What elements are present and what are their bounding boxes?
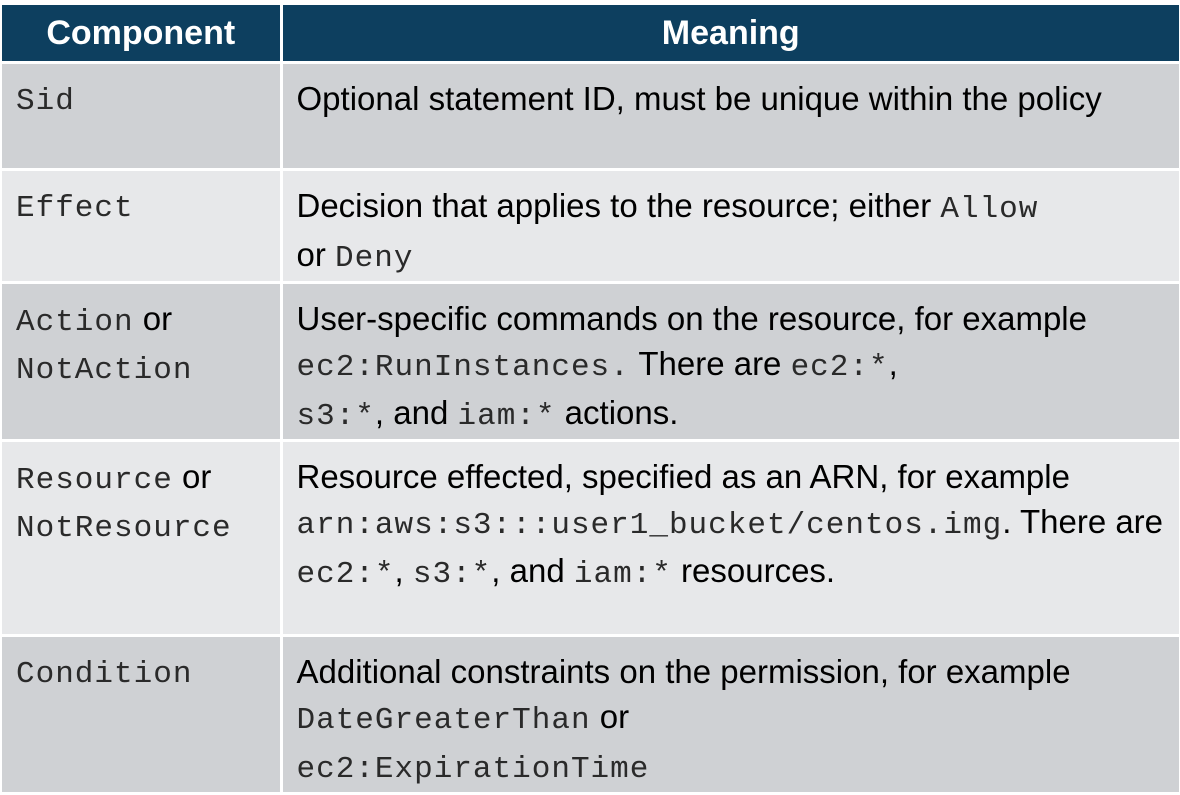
meaning-code: ec2:ExpirationTime bbox=[296, 752, 650, 787]
meaning-text: resources. bbox=[671, 552, 836, 589]
meaning-text: . There are bbox=[1002, 503, 1164, 540]
meaning-text: Additional constraints on the permission… bbox=[296, 653, 1071, 690]
component-code: Condition bbox=[16, 657, 193, 692]
meaning-text: , and bbox=[374, 394, 458, 431]
component-cell: Action or NotAction bbox=[2, 282, 283, 442]
component-code: Resource bbox=[16, 463, 173, 498]
component-cell: Resource or NotResource bbox=[2, 440, 283, 637]
table-row: Sid Optional statement ID, must be uniqu… bbox=[2, 62, 1179, 171]
meaning-text: , and bbox=[491, 552, 574, 589]
meaning-cell: Decision that applies to the resource; e… bbox=[281, 169, 1179, 284]
component-code: NotAction bbox=[16, 353, 193, 388]
meaning-code: arn:aws:s3:::user1_bucket/centos.img bbox=[296, 508, 1003, 543]
table-header-row: Component Meaning bbox=[2, 5, 1179, 64]
component-cell: Sid bbox=[2, 62, 283, 171]
meaning-cell: Additional constraints on the permission… bbox=[281, 635, 1179, 795]
component-code: Sid bbox=[16, 84, 75, 119]
meaning-text: Resource effected, specified as an ARN, … bbox=[296, 458, 1070, 495]
meaning-text: User-specific commands on the resource, … bbox=[296, 300, 1088, 337]
meaning-cell: Resource effected, specified as an ARN, … bbox=[281, 440, 1179, 637]
component-code: NotResource bbox=[16, 511, 232, 546]
meaning-code: ec2:* bbox=[790, 350, 889, 385]
meaning-code: Deny bbox=[335, 241, 414, 276]
meaning-cell: Optional statement ID, must be unique wi… bbox=[281, 62, 1179, 171]
meaning-code: s3:* bbox=[296, 399, 375, 434]
component-code: Action bbox=[16, 305, 134, 340]
meaning-text: , bbox=[888, 345, 898, 382]
meaning-text: actions. bbox=[555, 394, 679, 431]
component-cell: Effect bbox=[2, 169, 283, 284]
component-cell: Condition bbox=[2, 635, 283, 795]
component-or: or bbox=[133, 300, 173, 337]
column-header-meaning: Meaning bbox=[281, 5, 1179, 64]
meaning-cell: User-specific commands on the resource, … bbox=[281, 282, 1179, 442]
meaning-code: iam:* bbox=[457, 399, 556, 434]
table-row: Effect Decision that applies to the reso… bbox=[2, 169, 1179, 284]
component-or: or bbox=[172, 458, 212, 495]
table-row: Action or NotAction User-specific command… bbox=[2, 282, 1179, 442]
meaning-text: There are bbox=[629, 345, 791, 382]
table-row: Condition Additional constraints on the … bbox=[2, 635, 1179, 795]
meaning-code: ec2:* bbox=[296, 557, 395, 592]
meaning-code: iam:* bbox=[573, 557, 672, 592]
meaning-text: or bbox=[296, 236, 336, 273]
meaning-text: Optional statement ID, must be unique wi… bbox=[296, 80, 1102, 117]
meaning-text: or bbox=[590, 698, 630, 735]
meaning-text: Decision that applies to the resource; e… bbox=[296, 187, 941, 224]
meaning-code: s3:* bbox=[412, 557, 492, 592]
meaning-code: ec2:RunInstances. bbox=[296, 350, 630, 385]
meaning-text: , bbox=[394, 552, 413, 589]
iam-policy-components-table: Component Meaning Sid Optional statement… bbox=[2, 5, 1179, 795]
component-code: Effect bbox=[16, 191, 134, 226]
meaning-code: Allow bbox=[940, 192, 1039, 227]
table-row: Resource or NotResource Resource effected… bbox=[2, 440, 1179, 637]
meaning-code: DateGreaterThan bbox=[296, 703, 591, 738]
column-header-component: Component bbox=[2, 5, 283, 64]
